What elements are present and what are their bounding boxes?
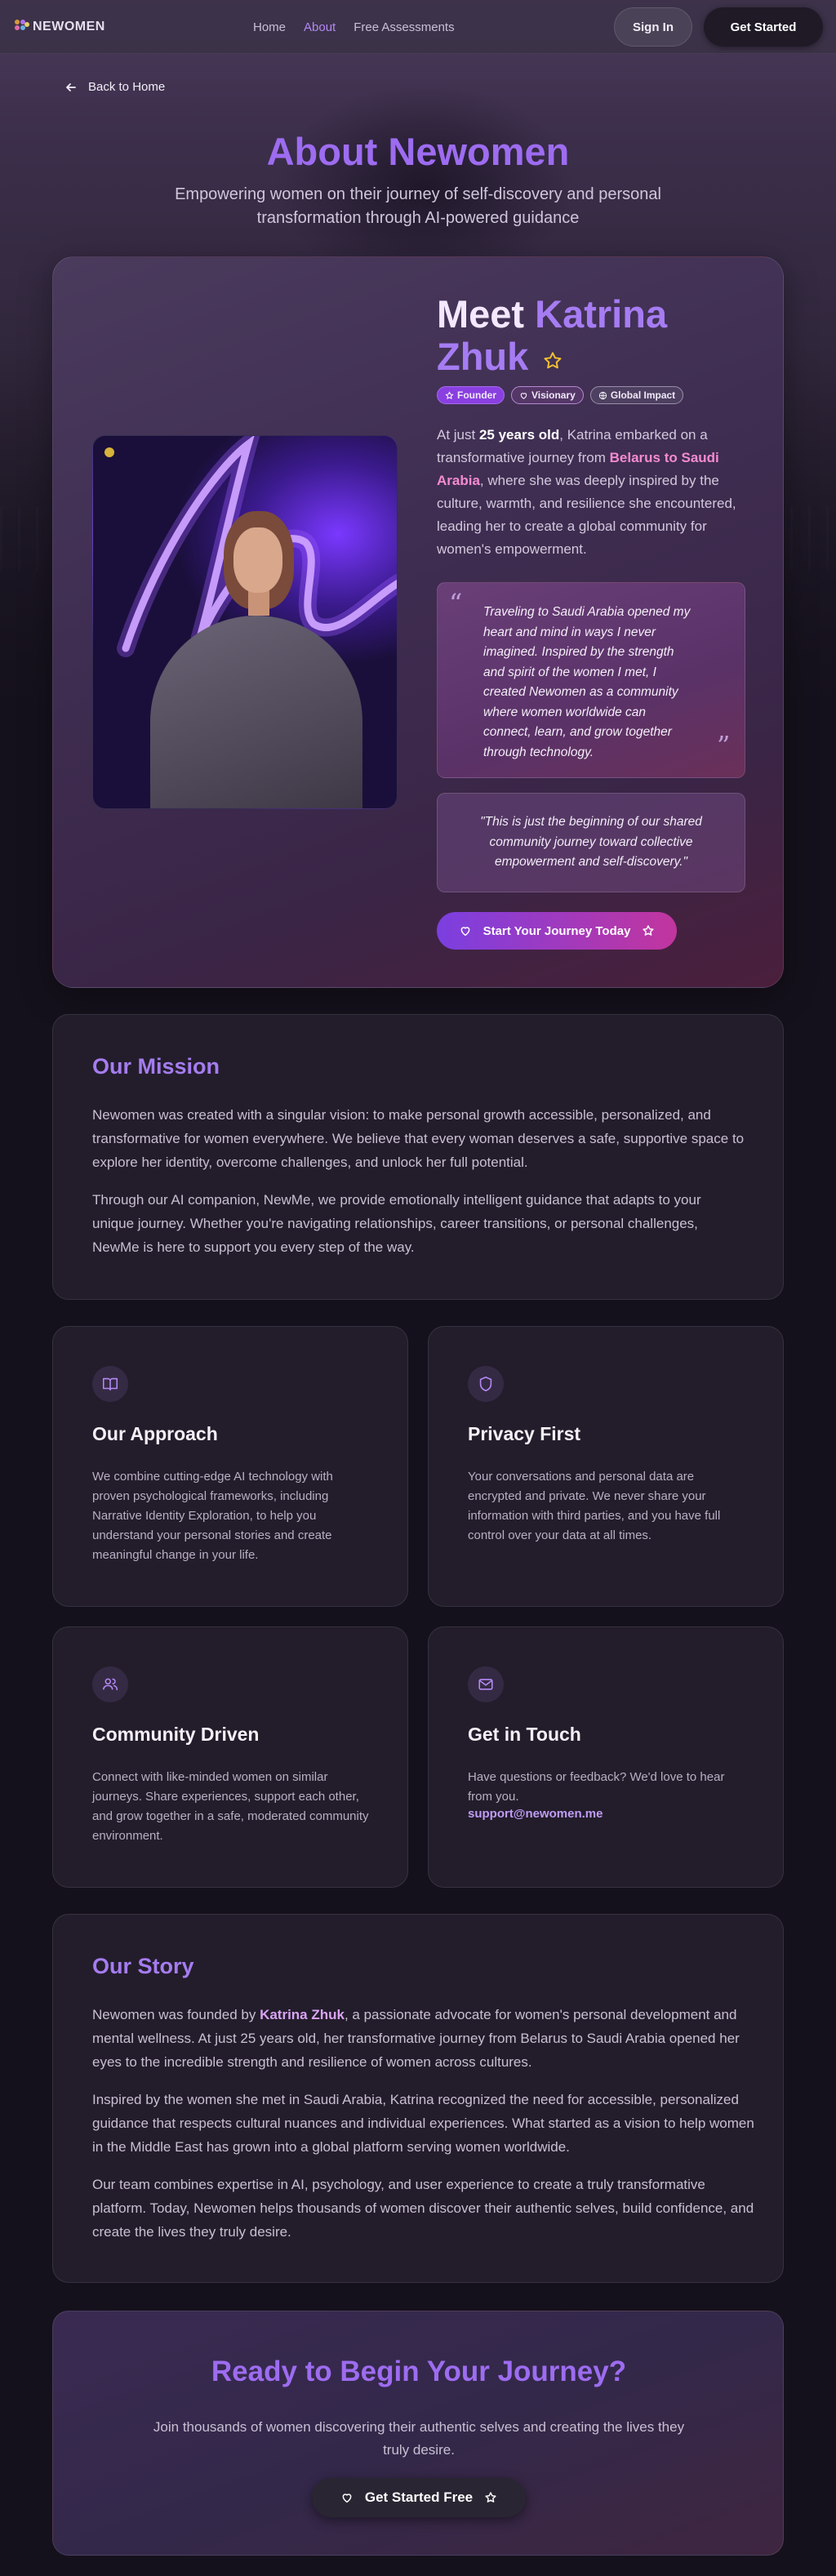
feature-text: Your conversations and personal data are… <box>468 1470 721 1542</box>
nav-link-free-assessments[interactable]: Free Assessments <box>354 20 454 34</box>
feature-text: We combine cutting-edge AI technology wi… <box>92 1470 333 1562</box>
feature-text: Connect with like-minded women on simila… <box>92 1770 369 1843</box>
feature-title: Privacy First <box>468 1423 581 1444</box>
quote-close-icon: ” <box>717 730 731 761</box>
cta-card: Ready to Begin Your Journey? Join thousa… <box>52 2311 784 2556</box>
nav-links: Home About Free Assessments <box>253 0 455 54</box>
about-page: NEWOMEN Home About Free Assessments Sign… <box>0 0 836 2576</box>
heart-icon <box>519 391 528 400</box>
founder-card: Meet Katrina Zhuk Founder Visionary Glob… <box>52 256 784 988</box>
logo[interactable]: NEWOMEN <box>15 19 105 34</box>
photo-indicator-dot <box>104 447 114 457</box>
mission-card: Our Mission Newomen was created with a s… <box>52 1014 784 1300</box>
story-card: Our Story Newomen was founded by Katrina… <box>52 1914 784 2283</box>
cta-title: Ready to Begin Your Journey? <box>211 2356 627 2387</box>
heart-icon <box>340 2491 354 2504</box>
founder-quote-text: Traveling to Saudi Arabia opened my hear… <box>483 605 691 759</box>
founder-intro: At just 25 years old, Katrina embarked o… <box>437 427 736 557</box>
star-icon <box>445 390 454 400</box>
logo-icon <box>15 19 29 34</box>
nav-link-about[interactable]: About <box>304 20 336 34</box>
support-email-link[interactable]: support@newomen.me <box>468 1807 603 1821</box>
story-paragraph-1: Newomen was founded by Katrina Zhuk, a p… <box>92 2007 740 2070</box>
logo-text: NEWOMEN <box>33 19 105 33</box>
page-title: About Newomen <box>266 130 570 173</box>
story-paragraph-3: Our team combines expertise in AI, psych… <box>92 2177 754 2240</box>
page-subtitle: Empowering women on their journey of sel… <box>175 185 661 227</box>
founder-name-highlight: Katrina Zhuk <box>260 2007 345 2022</box>
mission-paragraph-1: Newomen was created with a singular visi… <box>92 1107 745 1170</box>
badge-founder: Founder <box>437 386 505 404</box>
nav-link-home[interactable]: Home <box>253 20 286 34</box>
users-icon <box>92 1666 128 1702</box>
story-paragraph-2: Inspired by the women she met in Saudi A… <box>92 2092 754 2155</box>
cta-subtitle: Join thousands of women discovering thei… <box>153 2419 685 2458</box>
founder-closing-quote: "This is just the beginning of our share… <box>437 793 745 892</box>
feature-title: Get in Touch <box>468 1724 581 1745</box>
book-icon <box>92 1366 128 1402</box>
founder-badges: Founder Visionary Global Impact <box>437 386 684 404</box>
heart-icon <box>459 924 472 937</box>
mail-icon <box>468 1666 504 1702</box>
feature-title: Our Approach <box>92 1423 218 1444</box>
start-journey-button[interactable]: Start Your Journey Today <box>437 912 677 950</box>
mission-paragraph-2: Through our AI companion, NewMe, we prov… <box>92 1192 701 1255</box>
back-to-home-label: Back to Home <box>88 80 166 94</box>
feature-card-privacy: Privacy First Your conversations and per… <box>428 1326 784 1607</box>
founder-quote: “ Traveling to Saudi Arabia opened my he… <box>437 582 745 778</box>
back-to-home-link[interactable]: Back to Home <box>65 80 165 94</box>
get-started-button[interactable]: Get Started <box>704 7 823 47</box>
feature-card-contact: Get in Touch Have questions or feedback?… <box>428 1626 784 1888</box>
star-icon <box>484 2491 497 2504</box>
star-icon <box>542 350 563 371</box>
globe-icon <box>598 391 607 400</box>
founder-photo <box>92 435 398 809</box>
quote-open-icon: “ <box>449 588 463 619</box>
badge-global-impact: Global Impact <box>589 386 684 404</box>
feature-title: Community Driven <box>92 1724 260 1745</box>
story-title: Our Story <box>92 1954 194 1978</box>
feature-card-approach: Our Approach We combine cutting-edge AI … <box>52 1326 408 1607</box>
shield-icon <box>468 1366 504 1402</box>
mission-title: Our Mission <box>92 1054 220 1079</box>
badge-visionary: Visionary <box>511 386 584 404</box>
feature-text: Have questions or feedback? We'd love to… <box>468 1770 725 1804</box>
arrow-left-icon <box>65 82 77 93</box>
sign-in-button[interactable]: Sign In <box>614 7 692 47</box>
founder-heading: Meet Katrina Zhuk <box>437 292 668 378</box>
top-nav: NEWOMEN Home About Free Assessments Sign… <box>0 0 836 54</box>
get-started-free-button[interactable]: Get Started Free <box>312 2478 526 2517</box>
feature-card-community: Community Driven Connect with like-minde… <box>52 1626 408 1888</box>
star-icon <box>642 924 655 937</box>
